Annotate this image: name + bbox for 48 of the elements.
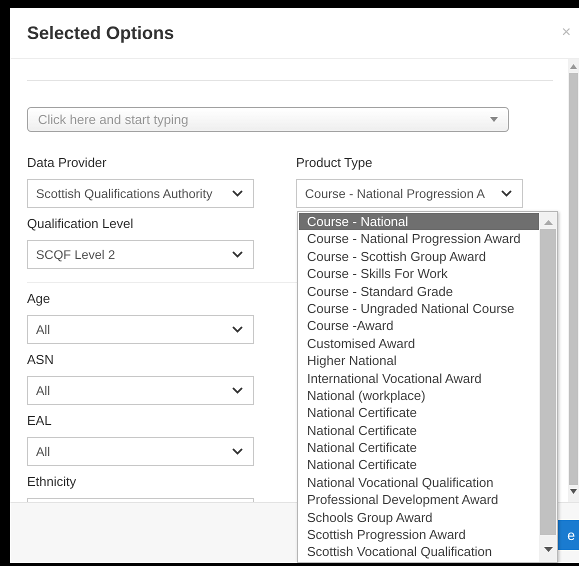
scroll-down-icon[interactable] [570, 489, 577, 494]
dropdown-option[interactable]: Customised Award [299, 334, 539, 352]
scroll-down-icon[interactable] [544, 547, 552, 552]
select-field[interactable]: SCQF Level 2 [27, 240, 254, 269]
select-field[interactable]: Course - National Progression A [296, 179, 523, 208]
select-field[interactable]: All [27, 315, 254, 344]
field-label: Age [27, 290, 52, 308]
field-label: Ethnicity [27, 473, 78, 491]
scrollbar[interactable] [568, 59, 579, 502]
dropdown-option[interactable]: Professional Development Award [299, 491, 539, 509]
dropdown-menu[interactable] [297, 211, 558, 563]
dropdown-option[interactable]: Course -Award [299, 317, 539, 335]
chevron-down-icon [232, 251, 243, 258]
dropdown-option[interactable]: National Certificate [299, 456, 539, 474]
dropdown-option[interactable]: Course - Scottish Group Award [299, 248, 539, 266]
dropdown-option[interactable]: Scottish Progression Award [299, 526, 539, 544]
dropdown-option[interactable]: International Vocational Award [299, 370, 539, 387]
field-label: Qualification Level [27, 215, 134, 233]
field-label: Data Provider [27, 154, 108, 172]
dropdown-option[interactable]: National Certificate [299, 422, 539, 440]
chevron-down-icon [232, 387, 243, 394]
dropdown-option[interactable]: Scottish Vocational Qualification [299, 543, 539, 561]
field-label: Product Type [296, 154, 374, 172]
scrollbar[interactable] [539, 212, 557, 562]
dropdown-option[interactable]: Course - Skills For Work [299, 265, 539, 283]
chevron-down-icon [501, 190, 512, 197]
select-field[interactable]: Scottish Qualifications Authority [27, 179, 254, 208]
chevron-down-icon [232, 190, 243, 197]
scroll-up-icon[interactable] [544, 220, 552, 225]
chevron-down-icon [232, 448, 243, 455]
dropdown-option[interactable]: Course - Standard Grade [299, 282, 539, 300]
field-label: ASN [27, 351, 55, 369]
dropdown-option[interactable]: National (workplace) [299, 386, 539, 404]
dialog-title: Selected Options [27, 22, 174, 44]
select-field[interactable]: All [27, 376, 254, 405]
dropdown-option[interactable]: Course - National Progression Award [299, 230, 539, 248]
chevron-down-icon [232, 326, 243, 333]
dropdown-option[interactable]: Course - Ungraded National Course [299, 300, 539, 318]
dropdown-option[interactable]: National Certificate [299, 404, 539, 422]
field-label: EAL [27, 412, 53, 430]
caret-icon [490, 117, 498, 122]
dropdown-option[interactable]: National Certificate [299, 439, 539, 456]
dropdown-option[interactable]: National Vocational Qualification [299, 474, 539, 492]
dropdown-option[interactable]: Course - National [299, 213, 539, 230]
dropdown-option[interactable]: Schools Group Award [299, 508, 539, 526]
select-field[interactable]: All [27, 437, 254, 466]
dropdown-option[interactable]: Higher National [299, 352, 539, 370]
scroll-up-icon[interactable] [570, 64, 577, 69]
